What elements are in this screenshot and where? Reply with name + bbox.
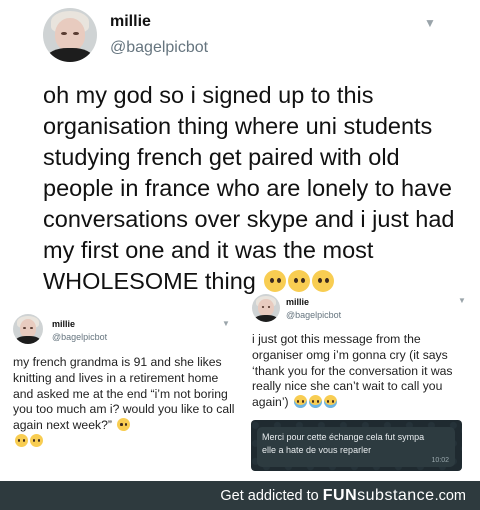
message-screenshot: Merci pour cette échange cela fut sympa … (251, 420, 462, 471)
avatar[interactable] (13, 314, 43, 344)
user-name[interactable]: millie (286, 297, 309, 307)
chevron-down-icon[interactable]: ▼ (458, 296, 466, 305)
user-handle[interactable]: @bagelpicbot (52, 332, 107, 342)
tweet-body: oh my god so i signed up to this organis… (43, 82, 455, 294)
tweet-text: my french grandma is 91 and she likes kn… (13, 355, 235, 450)
avatar[interactable] (252, 294, 280, 322)
crying-face-icon (293, 395, 307, 409)
brand-rest: substance (357, 487, 435, 504)
chevron-down-icon[interactable]: ▼ (424, 16, 436, 30)
pleading-face-icon (264, 270, 287, 292)
brand-tld: .com (434, 488, 466, 504)
pleading-face-icon (288, 270, 311, 292)
message-text: Merci pour cette échange cela fut sympa … (262, 432, 425, 455)
message-time: 10:02 (431, 457, 449, 464)
pleading-face-icon (117, 418, 131, 432)
main-tweet: millie @bagelpicbot ▼ oh my god so i sig… (0, 0, 480, 294)
pleading-face-icon (312, 270, 335, 292)
chevron-down-icon[interactable]: ▼ (222, 319, 230, 328)
footer-prefix: Get addicted to (220, 488, 323, 504)
user-name[interactable]: millie (52, 319, 75, 329)
avatar[interactable] (43, 8, 97, 62)
crying-face-icon (323, 395, 337, 409)
tweet-body: i just got this message from the organis… (252, 332, 453, 410)
footer-text[interactable]: Get addicted to FUNsubstance.com (220, 487, 466, 505)
tweet-text: i just got this message from the organis… (252, 332, 474, 411)
user-handle[interactable]: @bagelpicbot (286, 310, 341, 320)
pleading-face-icon (15, 433, 28, 447)
embedded-tweet-left: millie @bagelpicbot ▼ my french grandma … (0, 312, 240, 482)
user-handle[interactable]: @bagelpicbot (110, 39, 208, 57)
pleading-face-icon (30, 433, 43, 447)
brand-fun: FUN (322, 487, 358, 504)
footer-banner[interactable]: Get addicted to FUNsubstance.com (0, 481, 480, 510)
user-name[interactable]: millie (110, 13, 151, 31)
message-bubble: Merci pour cette échange cela fut sympa … (257, 427, 455, 467)
crying-face-icon (308, 395, 322, 409)
tweet-text: oh my god so i signed up to this organis… (43, 80, 463, 297)
